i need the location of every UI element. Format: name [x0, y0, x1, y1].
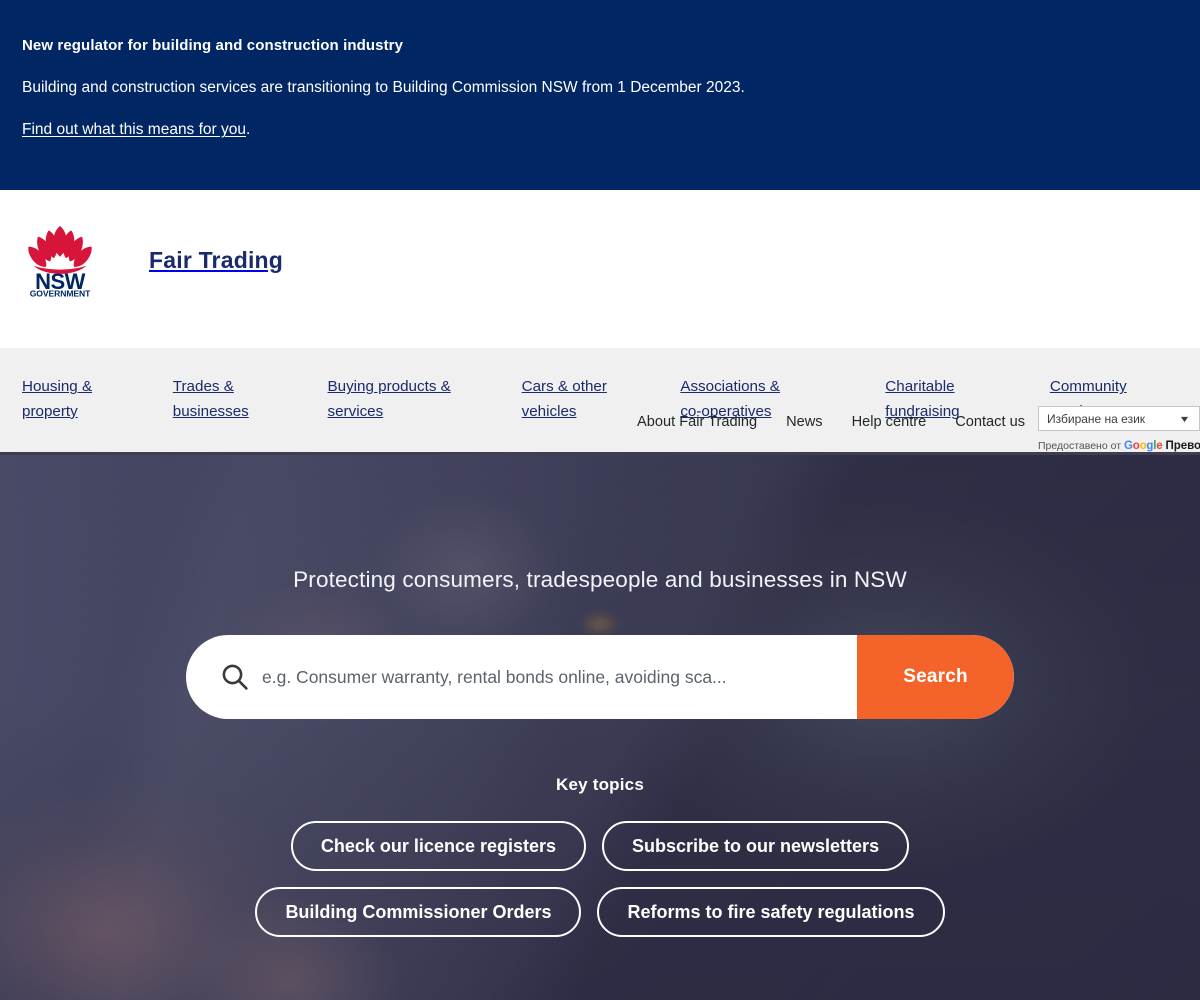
nav-item-buying-products-services[interactable]: Buying products & services	[328, 375, 522, 424]
brand-title: Fair Trading	[149, 246, 284, 273]
topic-building-commissioner-orders[interactable]: Building Commissioner Orders	[255, 887, 582, 937]
nav-item-housing-property[interactable]: Housing & property	[22, 375, 173, 424]
svg-text:GOVERNMENT: GOVERNMENT	[30, 289, 91, 297]
attribution-prefix: Предоставено от	[1038, 440, 1122, 452]
utility-navigation: About Fair Trading News Help centre Cont…	[637, 414, 1025, 430]
nav-item-trades-businesses[interactable]: Trades & businesses	[173, 375, 328, 424]
site-logo-link[interactable]: NSW GOVERNMENT Fair Trading	[22, 223, 283, 297]
language-select-value: Избиране на език	[1047, 411, 1146, 426]
nsw-government-waratah-logo: NSW GOVERNMENT	[22, 223, 98, 297]
search-input[interactable]	[262, 666, 857, 688]
util-link-news[interactable]: News	[786, 414, 823, 430]
google-translate-widget: Избиране на език ▼ Предоставено от Googl…	[1038, 406, 1200, 452]
hero-section: Protecting consumers, tradespeople and b…	[0, 455, 1200, 1000]
alert-banner: New regulator for building and construct…	[0, 0, 1200, 190]
alert-body: Building and construction services are t…	[22, 78, 745, 96]
util-link-contact-us[interactable]: Contact us	[955, 414, 1025, 430]
site-search-bar: Search	[186, 635, 1014, 719]
chevron-down-icon: ▼	[1178, 413, 1191, 424]
main-navigation: Housing & property Trades & businesses B…	[0, 348, 1200, 455]
attribution-suffix: Превод	[1165, 440, 1200, 452]
alert-title: New regulator for building and construct…	[22, 37, 404, 54]
search-button[interactable]: Search	[857, 635, 1014, 719]
key-topics-heading: Key topics	[556, 775, 644, 794]
util-link-help-centre[interactable]: Help centre	[852, 414, 927, 430]
topic-check-our-licence-registers[interactable]: Check our licence registers	[290, 821, 587, 871]
topic-reforms-to-fire-safety-regulations[interactable]: Reforms to fire safety regulations	[597, 887, 945, 937]
util-link-about-fair-trading[interactable]: About Fair Trading	[637, 414, 757, 430]
alert-find-out-link[interactable]: Find out what this means for you	[22, 121, 246, 138]
site-header: NSW GOVERNMENT Fair Trading About Fair T…	[0, 190, 1200, 452]
google-translate-attribution: Предоставено от Google Превод	[1038, 440, 1200, 452]
key-topics-row: Building Commissioner Orders Reforms to …	[0, 887, 1200, 937]
key-topics-list: Check our licence registers Subscribe to…	[0, 821, 1200, 937]
google-logo: Google	[1124, 440, 1163, 452]
hero-content: Protecting consumers, tradespeople and b…	[0, 455, 1200, 937]
key-topics-row: Check our licence registers Subscribe to…	[0, 821, 1200, 871]
search-icon[interactable]	[208, 662, 262, 692]
alert-link-row: Find out what this means for you.	[22, 120, 1178, 141]
language-select[interactable]: Избиране на език ▼	[1038, 406, 1200, 431]
topic-subscribe-to-our-newsletters[interactable]: Subscribe to our newsletters	[602, 821, 910, 871]
hero-tagline: Protecting consumers, tradespeople and b…	[293, 567, 907, 592]
alert-link-suffix: .	[246, 121, 251, 139]
